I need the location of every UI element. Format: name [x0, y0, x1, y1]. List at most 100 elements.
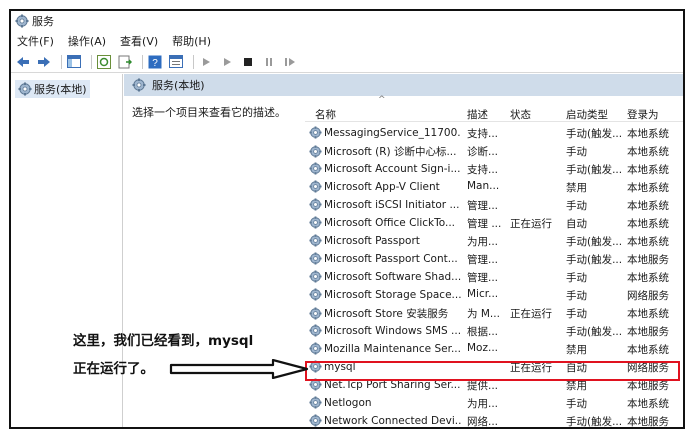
service-row[interactable]: Network Connected Devi... 网络... 手动(触发... 本地…: [305, 412, 683, 428]
service-description-cell: Man...: [467, 180, 500, 192]
properties-button[interactable]: [168, 54, 184, 70]
service-name-cell: Microsoft App-V Client: [309, 180, 461, 193]
back-button[interactable]: [15, 54, 31, 70]
help-button[interactable]: ?: [147, 54, 163, 70]
service-row[interactable]: Microsoft Storage Space... Micr... 手动 网络服务: [305, 286, 683, 304]
toolbar: ?: [11, 51, 683, 73]
service-name-cell: Microsoft Passport Cont...: [309, 252, 461, 265]
tree-node-label: 服务(本地): [34, 83, 87, 96]
service-name-cell: Microsoft Passport: [309, 234, 461, 247]
service-row[interactable]: Microsoft Account Sign-i... 支持... 手动(触发...…: [305, 160, 683, 178]
service-row[interactable]: Mozilla Maintenance Ser... Moz... 禁用 本地系统: [305, 340, 683, 358]
service-row[interactable]: Microsoft Passport Cont... 管理... 手动(触发... 本…: [305, 250, 683, 268]
service-status-cell: 正在运行: [510, 362, 552, 374]
service-name: Microsoft Software Shad...: [324, 270, 461, 283]
service-startup-cell: 禁用: [566, 380, 587, 392]
menu-file[interactable]: 文件(F): [17, 33, 54, 49]
forward-button[interactable]: [36, 54, 52, 70]
service-name: Network Connected Devi...: [324, 414, 461, 427]
service-startup-cell: 禁用: [566, 344, 587, 356]
service-row[interactable]: Microsoft Office ClickTo... 管理 ... 正在运行 自动 本…: [305, 214, 683, 232]
restart-service-button[interactable]: [282, 54, 298, 70]
service-gear-icon: [309, 162, 322, 175]
service-row[interactable]: Microsoft (R) 诊断中心标... 诊断... 手动 本地系统: [305, 142, 683, 160]
service-startup-cell: 手动: [566, 200, 587, 212]
service-startup-cell: 手动: [566, 308, 587, 320]
service-gear-icon: [309, 180, 322, 193]
service-row[interactable]: Microsoft App-V Client Man... 禁用 本地系统: [305, 178, 683, 196]
service-row[interactable]: Netlogon 为用... 手动 本地系统: [305, 394, 683, 412]
back-arrow-icon: [17, 56, 29, 67]
service-description-cell: 提供...: [467, 380, 499, 392]
export-list-button[interactable]: [117, 54, 133, 70]
service-logon-cell: 本地服务: [627, 416, 669, 428]
service-logon-cell: 本地系统: [627, 128, 669, 140]
service-name-cell: Microsoft Account Sign-i...: [309, 162, 461, 175]
service-status-cell: 正在运行: [510, 218, 552, 230]
service-gear-icon: [309, 252, 322, 265]
service-logon-cell: 本地系统: [627, 236, 669, 248]
menu-view[interactable]: 查看(V): [120, 33, 158, 49]
service-description-cell: 根据...: [467, 326, 499, 338]
service-gear-icon: [309, 307, 322, 320]
services-icon: [18, 82, 32, 96]
service-gear-icon: [309, 342, 322, 355]
service-name-cell: Microsoft Windows SMS ...: [309, 324, 461, 337]
service-gear-icon: [309, 360, 322, 373]
pause-service-button[interactable]: [261, 54, 277, 70]
tree-node-services-local[interactable]: 服务(本地): [15, 80, 90, 98]
service-row[interactable]: Net.Tcp Port Sharing Ser... 提供... 禁用 本地服务: [305, 376, 683, 394]
column-header-description[interactable]: 描述: [467, 107, 488, 122]
service-startup-cell: 手动(触发...: [566, 326, 623, 338]
service-row[interactable]: Microsoft Windows SMS ... 根据... 手动(触发... 本地…: [305, 322, 683, 340]
column-header-startup-type[interactable]: 启动类型: [566, 107, 608, 122]
service-row[interactable]: mysql 正在运行 自动 网络服务: [305, 358, 683, 376]
results-pane-header: 服务(本地): [124, 74, 683, 96]
services-window: 服务 文件(F) 操作(A) 查看(V) 帮助(H) ? 服务(本地) 服务(本…: [9, 9, 685, 429]
play-icon: [224, 57, 231, 66]
service-name: Microsoft Passport: [324, 234, 420, 247]
refresh-button[interactable]: [96, 54, 112, 70]
service-description-cell: Micr...: [467, 288, 499, 300]
column-header-logon-as[interactable]: 登录为: [627, 107, 659, 122]
annotation-arrow-icon: [169, 359, 309, 379]
service-name-cell: Net.Tcp Port Sharing Ser...: [309, 378, 461, 391]
toolbar-separator: [91, 54, 92, 69]
service-name-cell: Microsoft Storage Space...: [309, 288, 461, 301]
service-gear-icon: [309, 145, 322, 158]
column-header-status[interactable]: 状态: [510, 107, 531, 122]
service-startup-cell: 手动(触发...: [566, 254, 623, 266]
service-description-cell: 支持...: [467, 164, 499, 176]
pause-icon: [266, 57, 272, 66]
service-logon-cell: 本地服务: [627, 254, 669, 266]
column-header-name[interactable]: 名称: [315, 107, 336, 122]
service-logon-cell: 本地系统: [627, 272, 669, 284]
service-name: MessagingService_11700...: [324, 126, 461, 139]
menu-help[interactable]: 帮助(H): [172, 33, 211, 49]
service-name: Microsoft (R) 诊断中心标...: [324, 146, 457, 158]
menu-action[interactable]: 操作(A): [68, 33, 106, 49]
service-description-cell: 管理...: [467, 254, 499, 266]
service-name: Netlogon: [324, 396, 372, 409]
service-name: Mozilla Maintenance Ser...: [324, 342, 461, 355]
service-row[interactable]: Microsoft Software Shad... 管理... 手动 本地系统: [305, 268, 683, 286]
service-row[interactable]: MessagingService_11700... 支持... 手动(触发... 本地…: [305, 124, 683, 142]
service-description-cell: 诊断...: [467, 146, 499, 158]
service-row[interactable]: Microsoft Store 安装服务 为 M... 正在运行 手动 本地系统: [305, 304, 683, 322]
stop-service-button[interactable]: [240, 54, 256, 70]
service-status-cell: 正在运行: [510, 308, 552, 320]
service-startup-cell: 自动: [566, 218, 587, 230]
start-service-alt-button[interactable]: [219, 54, 235, 70]
svg-text:?: ?: [152, 58, 158, 69]
start-service-button[interactable]: [198, 54, 214, 70]
console-tree-icon: [67, 55, 81, 68]
help-icon: ?: [148, 55, 162, 69]
show-hide-console-tree-button[interactable]: [66, 54, 82, 70]
service-gear-icon: [309, 216, 322, 229]
service-description-cell: 为用...: [467, 236, 499, 248]
service-row[interactable]: Microsoft Passport 为用... 手动(触发... 本地系统: [305, 232, 683, 250]
service-name-cell: Microsoft Store 安装服务: [309, 306, 461, 321]
service-row[interactable]: Microsoft iSCSI Initiator ... 管理... 手动 本地系统: [305, 196, 683, 214]
service-logon-cell: 本地系统: [627, 344, 669, 356]
play-icon: [203, 57, 210, 66]
